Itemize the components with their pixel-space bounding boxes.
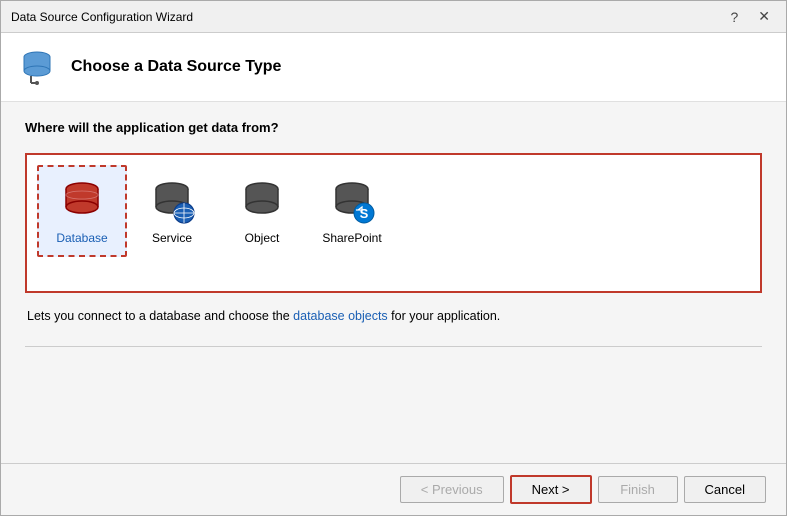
datasource-item-database[interactable]: Database <box>37 165 127 257</box>
description-area: Lets you connect to a database and choos… <box>25 307 762 326</box>
description-text-1: Lets you connect to a database and choos… <box>27 309 293 323</box>
header-area: Choose a Data Source Type <box>1 33 786 102</box>
question-label: Where will the application get data from… <box>25 120 762 135</box>
previous-button[interactable]: < Previous <box>400 476 504 503</box>
content-divider <box>25 346 762 347</box>
title-bar-buttons: ? ✕ <box>724 6 776 27</box>
description-highlight: database objects <box>293 309 388 323</box>
footer: < Previous Next > Finish Cancel <box>1 463 786 515</box>
next-button[interactable]: Next > <box>510 475 592 504</box>
database-icon <box>58 177 106 225</box>
sharepoint-icon: S <box>328 177 376 225</box>
title-bar: Data Source Configuration Wizard ? ✕ <box>1 1 786 33</box>
finish-button[interactable]: Finish <box>598 476 678 503</box>
description-text-2: for your application. <box>388 309 501 323</box>
datasource-grid: Database <box>37 165 750 257</box>
database-label: Database <box>56 231 107 245</box>
datasource-item-sharepoint[interactable]: S SharePoint <box>307 165 397 257</box>
header-title: Choose a Data Source Type <box>71 58 281 76</box>
datasource-grid-wrapper: Database <box>25 153 762 293</box>
close-button[interactable]: ✕ <box>752 6 776 27</box>
datasource-item-service[interactable]: Service <box>127 165 217 257</box>
cancel-button[interactable]: Cancel <box>684 476 766 503</box>
object-icon <box>238 177 286 225</box>
service-label: Service <box>152 231 192 245</box>
wizard-window: Data Source Configuration Wizard ? ✕ Cho… <box>0 0 787 516</box>
object-label: Object <box>245 231 280 245</box>
datasource-item-object[interactable]: Object <box>217 165 307 257</box>
wizard-icon <box>17 47 57 87</box>
service-icon <box>148 177 196 225</box>
content-area: Where will the application get data from… <box>1 102 786 463</box>
window-title: Data Source Configuration Wizard <box>11 10 193 24</box>
help-button[interactable]: ? <box>724 7 744 27</box>
sharepoint-label: SharePoint <box>322 231 381 245</box>
